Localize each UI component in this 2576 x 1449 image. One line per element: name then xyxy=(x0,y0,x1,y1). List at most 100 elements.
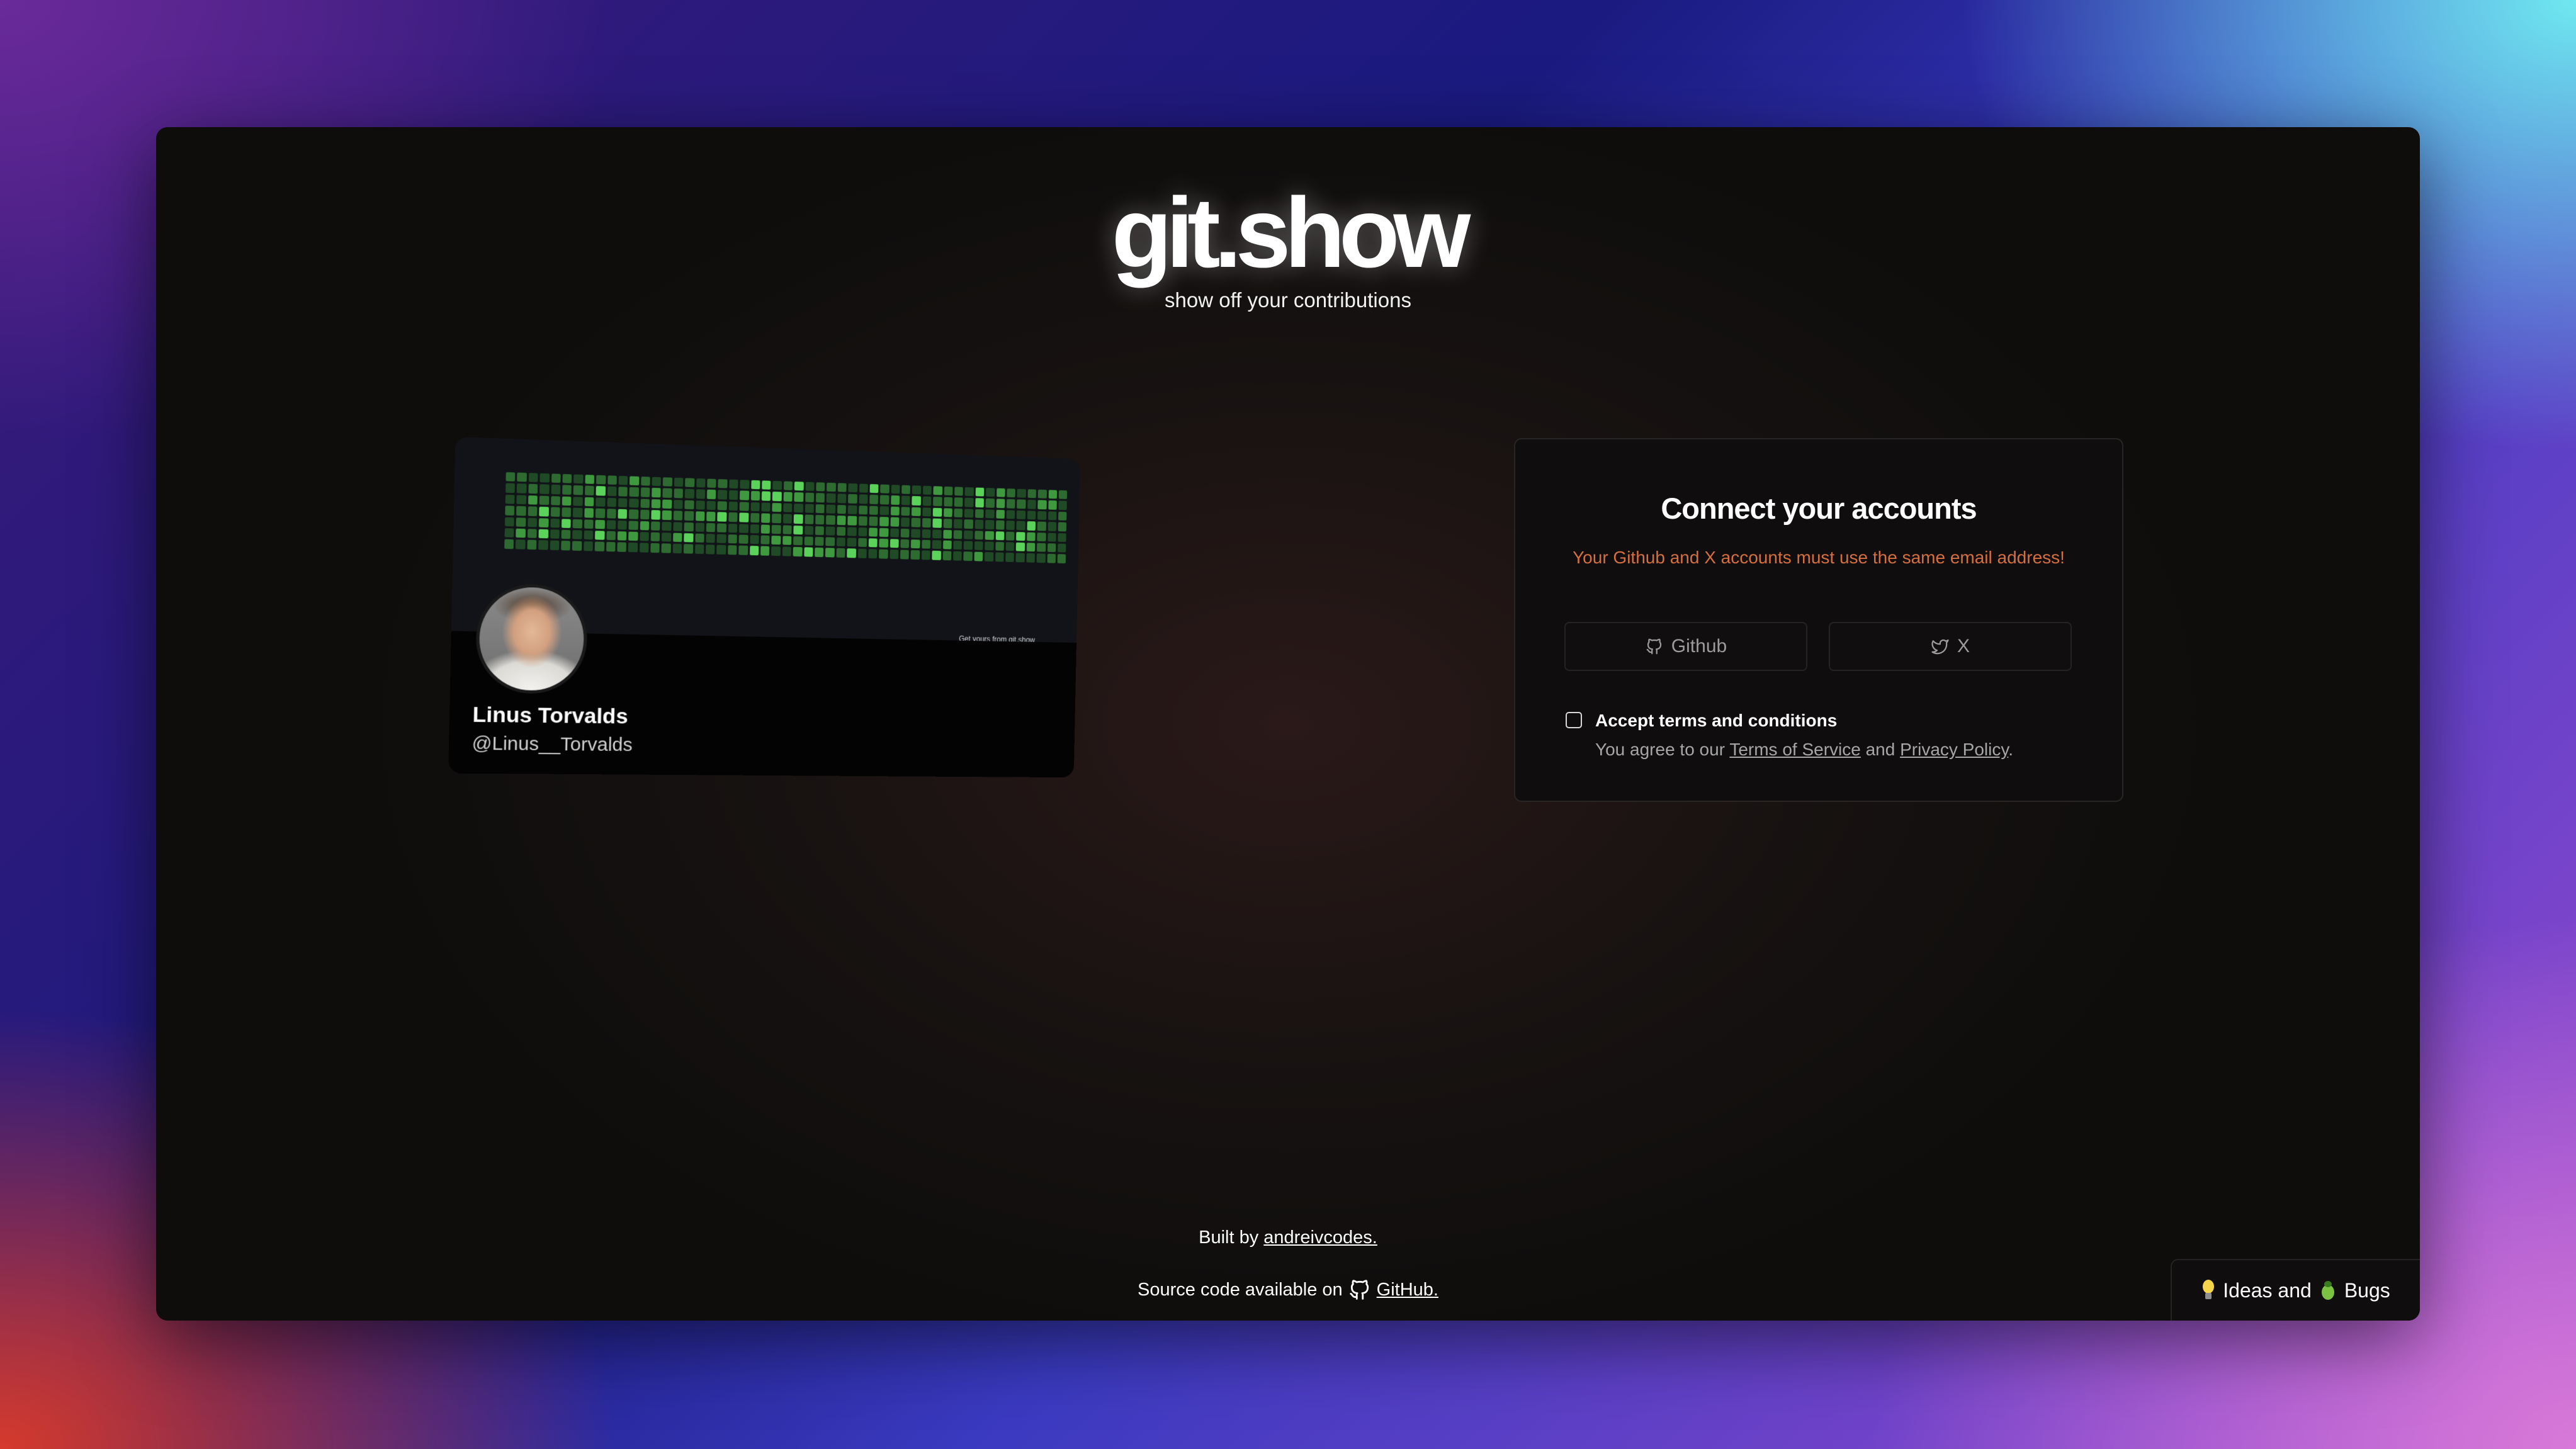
contribution-cell xyxy=(869,505,879,516)
contribution-cell xyxy=(618,520,628,530)
contribution-cell xyxy=(932,539,942,550)
app-window: git.show show off your contributions Get… xyxy=(156,127,2420,1321)
contribution-cell xyxy=(539,507,549,517)
contribution-cell xyxy=(985,531,994,540)
contribution-cell xyxy=(762,480,771,490)
contribution-cell xyxy=(942,540,952,550)
contribution-cell xyxy=(816,482,825,492)
contribution-cell xyxy=(673,510,683,521)
contribution-cell xyxy=(964,530,973,539)
contribution-cell xyxy=(782,503,793,513)
contribution-cell xyxy=(684,500,694,510)
privacy-policy-link[interactable]: Privacy Policy xyxy=(1900,740,2008,759)
connect-github-button[interactable]: Github xyxy=(1564,622,1807,671)
contribution-cell xyxy=(1058,533,1067,542)
contribution-cell xyxy=(740,480,750,490)
terms-of-service-link[interactable]: Terms of Service xyxy=(1729,740,1861,759)
contribution-cell xyxy=(628,531,638,541)
contribution-cell xyxy=(672,533,682,543)
contribution-cell xyxy=(551,473,561,483)
contribution-cell xyxy=(1037,500,1047,510)
contribution-cell xyxy=(944,486,953,496)
contribution-cell xyxy=(995,509,1005,519)
contribution-cell xyxy=(771,535,781,545)
contribution-cell xyxy=(911,517,921,527)
contribution-cell xyxy=(783,481,793,491)
contribution-cell xyxy=(584,508,594,518)
contribution-cell xyxy=(617,531,627,541)
contribution-cell xyxy=(584,530,594,540)
contribution-cell xyxy=(573,485,584,495)
ideas-bugs-button[interactable]: Ideas and Bugs xyxy=(2171,1259,2420,1321)
contribution-cell xyxy=(827,482,836,492)
contribution-cell xyxy=(772,480,782,490)
contribution-cell xyxy=(573,474,584,484)
contribution-cell xyxy=(750,534,759,544)
contribution-cell xyxy=(922,518,931,527)
contribution-cell xyxy=(640,487,650,497)
contribution-cell xyxy=(539,484,550,494)
contribution-cell xyxy=(869,495,879,504)
contribution-cell xyxy=(750,491,760,501)
contribution-cell xyxy=(684,488,694,499)
contribution-cell xyxy=(900,528,910,538)
contribution-cell xyxy=(550,540,560,550)
contribution-cell xyxy=(506,483,516,493)
contribution-cell xyxy=(1037,543,1046,553)
contribution-cell xyxy=(932,507,942,517)
contribution-cell xyxy=(640,476,650,487)
contribution-cell xyxy=(673,521,683,531)
contribution-cell xyxy=(584,497,594,507)
contribution-cell xyxy=(995,552,1004,562)
contribution-cell xyxy=(910,550,920,560)
github-source-link[interactable]: GitHub. xyxy=(1377,1280,1438,1300)
accept-terms-label[interactable]: Accept terms and conditions xyxy=(1595,711,1837,731)
source-prefix-text: Source code available on xyxy=(1138,1279,1343,1300)
contribution-cell xyxy=(650,543,660,553)
contribution-cell xyxy=(504,539,514,549)
contribution-cell xyxy=(890,506,900,516)
contribution-cell xyxy=(1048,500,1057,510)
bugs-label: Bugs xyxy=(2344,1278,2390,1302)
contribution-cell xyxy=(921,550,930,560)
contribution-cell xyxy=(1048,490,1058,499)
contribution-cell xyxy=(1005,553,1015,562)
contribution-cell xyxy=(815,536,824,546)
contribution-cell xyxy=(869,527,878,537)
contribution-cell xyxy=(650,532,660,542)
contribution-cell xyxy=(793,547,803,556)
contribution-cell xyxy=(933,497,942,507)
contribution-cell xyxy=(805,504,814,514)
contribution-cell xyxy=(685,478,695,488)
contribution-cell xyxy=(706,500,716,510)
contribution-cell xyxy=(718,490,728,500)
contribution-cell xyxy=(528,495,538,505)
contribution-cell xyxy=(985,520,995,529)
connect-x-button[interactable]: X xyxy=(1829,622,2072,671)
contribution-cell xyxy=(707,478,717,488)
contribution-cell xyxy=(583,541,593,551)
contribution-cell xyxy=(561,518,572,528)
contribution-cell xyxy=(912,507,921,517)
contribution-cell xyxy=(954,519,963,529)
built-by-credit: Built by andreivcodes. xyxy=(156,1227,2420,1248)
contribution-cell xyxy=(750,502,760,512)
contribution-cell xyxy=(716,534,726,544)
accept-terms-checkbox[interactable] xyxy=(1566,712,1582,728)
contribution-cell xyxy=(628,520,638,530)
contribution-cell xyxy=(782,536,792,546)
contribution-cell xyxy=(516,517,526,527)
contribution-cell xyxy=(550,495,560,505)
contribution-cell xyxy=(1016,542,1025,552)
contribution-cell xyxy=(1017,499,1026,509)
contribution-cell xyxy=(890,495,900,505)
contribution-cell xyxy=(793,536,803,546)
contribution-cell xyxy=(661,543,671,553)
contribution-cell xyxy=(617,542,627,552)
contribution-cell xyxy=(539,495,549,505)
contribution-cell xyxy=(974,551,983,561)
contribution-cell xyxy=(528,473,538,483)
author-link[interactable]: andreivcodes. xyxy=(1263,1227,1377,1248)
contribution-cell xyxy=(561,541,571,551)
contribution-cell xyxy=(825,548,835,558)
